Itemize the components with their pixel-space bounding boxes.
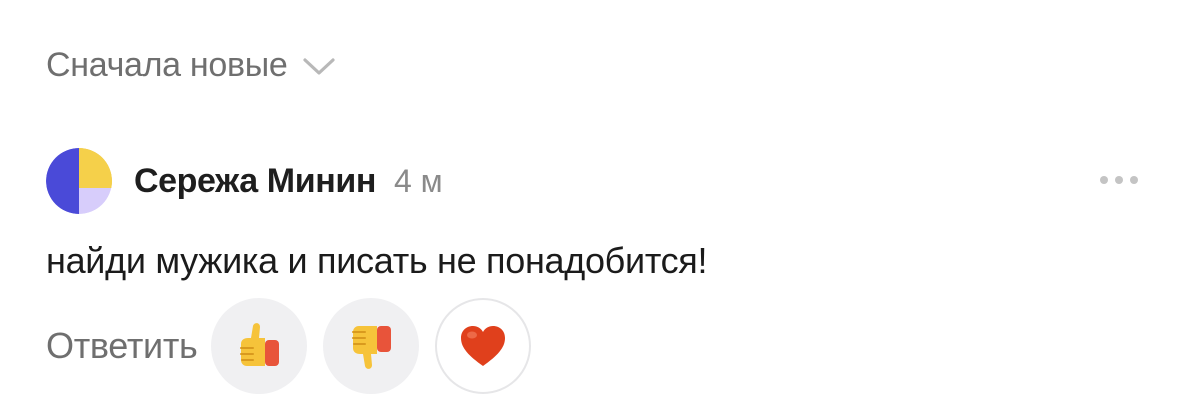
reaction-thumbs-up-button[interactable] <box>211 298 308 394</box>
avatar[interactable] <box>46 148 112 214</box>
thumbs-down-icon <box>352 326 392 369</box>
comment-timestamp: 4 м <box>393 162 443 199</box>
thumbs-up-icon <box>240 323 280 366</box>
reaction-heart-button[interactable] <box>435 298 532 394</box>
reaction-thumbs-down-button[interactable] <box>323 298 420 394</box>
comment-text: найди мужика и писать не понадобится! <box>46 240 708 281</box>
comment-author[interactable]: Сережа Минин <box>134 162 376 201</box>
chevron-down-icon <box>302 57 335 75</box>
reply-button[interactable]: Ответить <box>46 325 198 367</box>
sort-label: Сначала новые <box>46 46 288 84</box>
comment-actions: Ответить <box>46 298 547 394</box>
comment-header: Сережа Минин 4 м <box>46 146 443 216</box>
sort-dropdown[interactable]: Сначала новые <box>46 46 336 85</box>
more-options-icon[interactable] <box>1098 172 1140 188</box>
heart-icon <box>461 326 506 366</box>
